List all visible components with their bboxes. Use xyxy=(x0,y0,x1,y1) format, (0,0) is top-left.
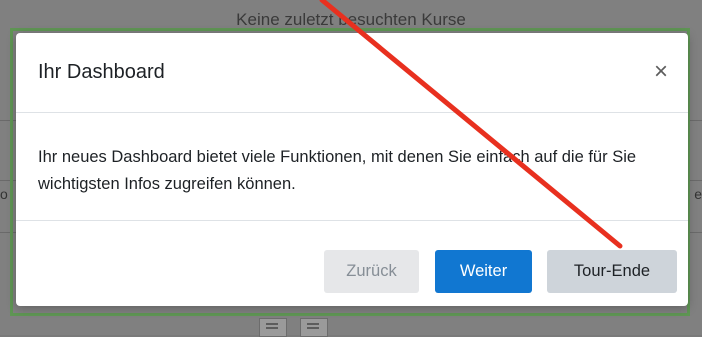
dialog-body-text: Ihr neues Dashboard bietet viele Funktio… xyxy=(38,148,637,193)
course-placeholder-icon xyxy=(300,318,328,337)
close-icon[interactable]: × xyxy=(648,59,674,85)
end-tour-button[interactable]: Tour-Ende xyxy=(547,250,677,293)
dialog-title: Ihr Dashboard xyxy=(38,61,165,83)
tour-dialog: Ihr Dashboard × Ihr neues Dashboard biet… xyxy=(16,33,688,306)
dialog-header: Ihr Dashboard × xyxy=(16,33,688,113)
dialog-footer: Zurück Weiter Tour-Ende xyxy=(16,220,688,306)
course-placeholder-icon xyxy=(259,318,287,337)
next-button[interactable]: Weiter xyxy=(435,250,532,293)
back-button[interactable]: Zurück xyxy=(324,250,419,293)
background-text-fragment: e xyxy=(694,186,702,202)
recent-courses-empty-text: Keine zuletzt besuchten Kurse xyxy=(236,10,466,29)
background-text-fragment: o xyxy=(0,186,8,202)
